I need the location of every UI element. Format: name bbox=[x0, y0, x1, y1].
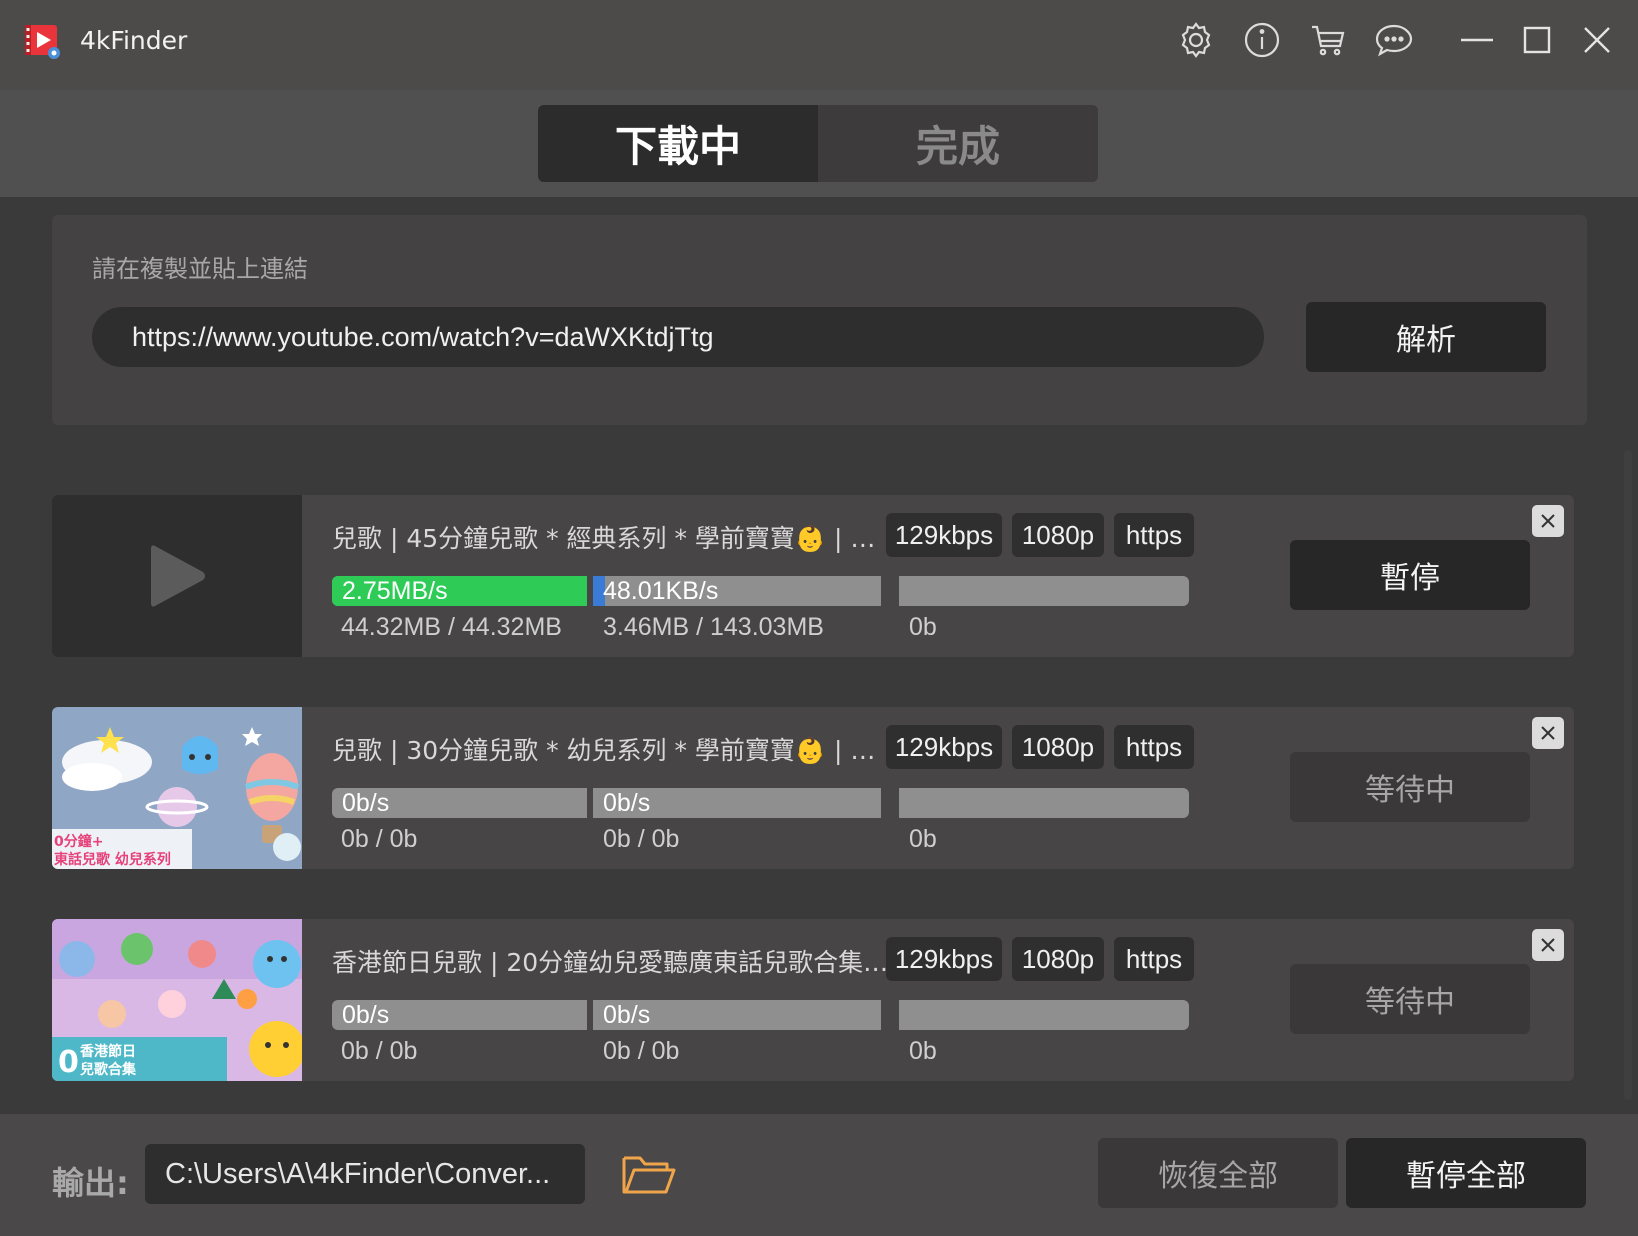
cart-icon[interactable] bbox=[1306, 18, 1350, 62]
protocol-badge: https bbox=[1114, 513, 1194, 557]
resolution-badge: 1080p bbox=[1012, 937, 1104, 981]
tab-downloading[interactable]: 下載中 bbox=[538, 105, 818, 182]
thumbnail-number: 0 bbox=[58, 1045, 79, 1080]
output-path-field[interactable]: C:\Users\A\4kFinder\Conver... bbox=[145, 1144, 585, 1204]
size-label: 44.32MB / 44.32MB bbox=[341, 613, 562, 641]
resolution-badge: 1080p bbox=[1012, 725, 1104, 769]
speed-label: 2.75MB/s bbox=[342, 577, 448, 605]
thumbnail-caption: 0分鐘+ bbox=[54, 833, 103, 850]
video-thumbnail: 0 香港節日 兒歌合集 bbox=[52, 919, 302, 1081]
resume-all-button[interactable]: 恢復全部 bbox=[1098, 1138, 1338, 1208]
progress-bar-audio: 48.01KB/s bbox=[593, 576, 881, 606]
progress-bar-video: 2.75MB/s bbox=[332, 576, 587, 606]
close-icon bbox=[1541, 514, 1555, 528]
progress-bar-merge bbox=[899, 788, 1189, 818]
maximize-icon[interactable] bbox=[1515, 18, 1559, 62]
output-label: 輸出: bbox=[52, 1164, 129, 1202]
size-label: 0b bbox=[909, 1037, 937, 1065]
progress-bar-audio: 0b/s bbox=[593, 1000, 881, 1030]
play-icon bbox=[151, 545, 205, 607]
size-label: 0b bbox=[909, 825, 937, 853]
resolution-badge: 1080p bbox=[1012, 513, 1104, 557]
url-hint: 請在複製並貼上連結 bbox=[92, 255, 308, 283]
item-title: 兒歌 | 45分鐘兒歌 * 經典系列 * 學前寶寶👶 | 十... bbox=[332, 524, 892, 553]
progress-bar-audio: 0b/s bbox=[593, 788, 881, 818]
app-window: 4kFinder 下載中 完成 請在複製並貼上連結 https://www.yo… bbox=[0, 0, 1638, 1236]
progress-bar-merge bbox=[899, 576, 1189, 606]
progress-bar-merge bbox=[899, 1000, 1189, 1030]
speed-label: 0b/s bbox=[342, 1001, 390, 1029]
feedback-icon[interactable] bbox=[1372, 18, 1416, 62]
app-logo-icon bbox=[25, 25, 60, 59]
tab-completed[interactable]: 完成 bbox=[818, 105, 1098, 182]
thumbnail-caption: 香港節日 bbox=[79, 1043, 136, 1060]
remove-item-button[interactable] bbox=[1532, 929, 1564, 961]
close-icon bbox=[1541, 938, 1555, 952]
pause-all-button[interactable]: 暫停全部 bbox=[1346, 1138, 1586, 1208]
pause-button[interactable]: 暫停 bbox=[1290, 540, 1530, 610]
audio-quality-badge: 129kbps bbox=[886, 513, 1002, 557]
open-folder-icon[interactable] bbox=[620, 1146, 678, 1202]
download-item: 0分鐘+ 東話兒歌 幼兒系列 兒歌 | 30分鐘兒歌 * 幼兒系列 * 學前寶寶… bbox=[52, 707, 1574, 869]
size-label: 0b bbox=[909, 613, 937, 641]
settings-icon[interactable] bbox=[1174, 18, 1218, 62]
speed-label: 48.01KB/s bbox=[603, 577, 719, 605]
progress-bar-video: 0b/s bbox=[332, 788, 587, 818]
remove-item-button[interactable] bbox=[1532, 505, 1564, 537]
audio-quality-badge: 129kbps bbox=[886, 725, 1002, 769]
speed-label: 0b/s bbox=[342, 789, 390, 817]
item-title: 兒歌 | 30分鐘兒歌 * 幼兒系列 * 學前寶寶👶 | 顏... bbox=[332, 736, 892, 765]
progress-bar-video: 0b/s bbox=[332, 1000, 587, 1030]
parse-button[interactable]: 解析 bbox=[1306, 302, 1546, 372]
tab-bar: 下載中 完成 bbox=[538, 105, 1098, 182]
remove-item-button[interactable] bbox=[1532, 717, 1564, 749]
protocol-badge: https bbox=[1114, 725, 1194, 769]
item-title: 香港節日兒歌 | 20分鐘幼兒愛聽廣東話兒歌合集 | ... bbox=[332, 948, 892, 977]
protocol-badge: https bbox=[1114, 937, 1194, 981]
download-item: 0 香港節日 兒歌合集 香港節日兒歌 | 20分鐘幼兒愛聽廣東話兒歌合集 | .… bbox=[52, 919, 1574, 1081]
close-icon bbox=[1541, 726, 1555, 740]
thumbnail-caption: 東話兒歌 幼兒系列 bbox=[54, 851, 171, 868]
url-input[interactable] bbox=[92, 307, 1264, 367]
speed-label: 0b/s bbox=[603, 1001, 651, 1029]
video-thumbnail: 0分鐘+ 東話兒歌 幼兒系列 bbox=[52, 707, 302, 869]
size-label: 0b / 0b bbox=[341, 1037, 418, 1065]
audio-quality-badge: 129kbps bbox=[886, 937, 1002, 981]
scrollbar[interactable] bbox=[1624, 450, 1632, 1100]
title-bar: 4kFinder bbox=[0, 0, 1638, 90]
minimize-icon[interactable] bbox=[1455, 18, 1499, 62]
size-label: 3.46MB / 143.03MB bbox=[603, 613, 824, 641]
thumbnail-caption: 兒歌合集 bbox=[80, 1061, 137, 1078]
info-icon[interactable] bbox=[1240, 18, 1284, 62]
close-icon[interactable] bbox=[1575, 18, 1619, 62]
speed-label: 0b/s bbox=[603, 789, 651, 817]
download-item: 兒歌 | 45分鐘兒歌 * 經典系列 * 學前寶寶👶 | 十... 129kbp… bbox=[52, 495, 1574, 657]
app-title: 4kFinder bbox=[80, 26, 188, 55]
size-label: 0b / 0b bbox=[603, 825, 680, 853]
waiting-button[interactable]: 等待中 bbox=[1290, 964, 1530, 1034]
size-label: 0b / 0b bbox=[341, 825, 418, 853]
size-label: 0b / 0b bbox=[603, 1037, 680, 1065]
url-panel: 請在複製並貼上連結 解析 bbox=[52, 215, 1587, 425]
thumbnail-placeholder bbox=[52, 495, 302, 657]
waiting-button[interactable]: 等待中 bbox=[1290, 752, 1530, 822]
